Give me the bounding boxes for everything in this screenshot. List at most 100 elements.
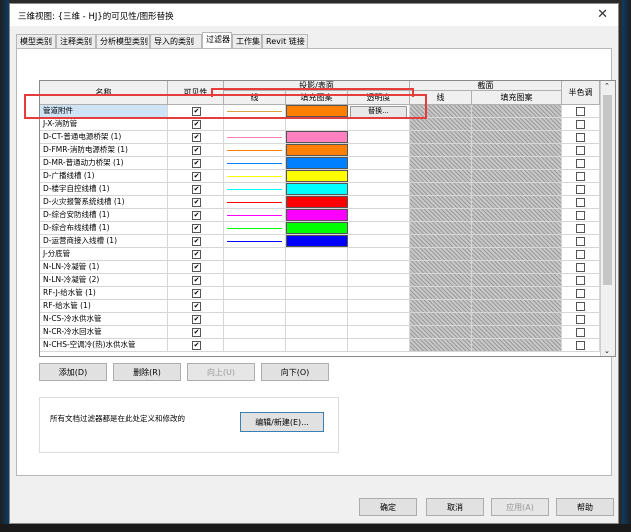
fill-override-cell[interactable]	[286, 300, 348, 312]
fill-override-cell[interactable]	[286, 313, 348, 325]
halftone-checkbox[interactable]	[576, 341, 585, 350]
halftone-cell[interactable]	[562, 261, 600, 273]
transparency-cell[interactable]	[348, 248, 410, 260]
row-name[interactable]: D-CT-普通电源桥架 (1)	[40, 131, 168, 143]
transparency-cell[interactable]	[348, 222, 410, 234]
table-row[interactable]: RF-J-给水管 (1) ✔	[40, 287, 600, 300]
row-name[interactable]: J-X-消防管	[40, 118, 168, 130]
visibility-cell[interactable]: ✔	[168, 209, 224, 221]
fill-override-cell[interactable]	[286, 209, 348, 221]
halftone-cell[interactable]	[562, 144, 600, 156]
visibility-checkbox[interactable]: ✔	[192, 198, 201, 207]
apply-button[interactable]: 应用(A)	[491, 498, 549, 516]
visibility-checkbox[interactable]: ✔	[192, 263, 201, 272]
visibility-checkbox[interactable]: ✔	[192, 276, 201, 285]
halftone-checkbox[interactable]	[576, 276, 585, 285]
fill-override-cell[interactable]	[286, 170, 348, 182]
row-name[interactable]: RF-J-给水管 (1)	[40, 287, 168, 299]
halftone-checkbox[interactable]	[576, 120, 585, 129]
visibility-checkbox[interactable]: ✔	[192, 146, 201, 155]
fill-override-cell[interactable]	[286, 339, 348, 351]
transparency-cell[interactable]	[348, 209, 410, 221]
vertical-scrollbar[interactable]: ⌃ ⌄	[600, 81, 615, 356]
halftone-checkbox[interactable]	[576, 107, 585, 116]
visibility-cell[interactable]: ✔	[168, 118, 224, 130]
table-row[interactable]: N-CS-冷水供水管 ✔	[40, 313, 600, 326]
halftone-cell[interactable]	[562, 248, 600, 260]
row-name[interactable]: N-CS-冷水供水管	[40, 313, 168, 325]
row-name[interactable]: D-MR-普通动力桥架 (1)	[40, 157, 168, 169]
halftone-checkbox[interactable]	[576, 224, 585, 233]
halftone-checkbox[interactable]	[576, 198, 585, 207]
halftone-cell[interactable]	[562, 326, 600, 338]
table-row[interactable]: D-综合布线线槽 (1) ✔	[40, 222, 600, 235]
visibility-cell[interactable]: ✔	[168, 287, 224, 299]
transparency-cell[interactable]	[348, 170, 410, 182]
table-row[interactable]: RF-给水管 (1) ✔	[40, 300, 600, 313]
halftone-checkbox[interactable]	[576, 237, 585, 246]
halftone-cell[interactable]	[562, 183, 600, 195]
close-icon[interactable]: ✕	[597, 7, 608, 22]
table-row[interactable]: D-运营商接入线槽 (1) ✔	[40, 235, 600, 248]
line-override-cell[interactable]	[224, 274, 286, 286]
fill-override-cell[interactable]	[286, 235, 348, 247]
visibility-checkbox[interactable]: ✔	[192, 120, 201, 129]
transparency-cell[interactable]	[348, 183, 410, 195]
fill-override-cell[interactable]	[286, 183, 348, 195]
line-override-cell[interactable]	[224, 118, 286, 130]
transparency-cell[interactable]	[348, 144, 410, 156]
row-name[interactable]: RF-给水管 (1)	[40, 300, 168, 312]
visibility-checkbox[interactable]: ✔	[192, 159, 201, 168]
transparency-cell[interactable]	[348, 300, 410, 312]
table-row[interactable]: D-广播线槽 (1) ✔	[40, 170, 600, 183]
halftone-cell[interactable]	[562, 170, 600, 182]
table-row[interactable]: D-综合安防线槽 (1) ✔	[40, 209, 600, 222]
scroll-thumb[interactable]	[603, 95, 612, 285]
halftone-cell[interactable]	[562, 235, 600, 247]
table-row[interactable]: D-FMR-消防电源桥架 (1) ✔	[40, 144, 600, 157]
transparency-cell[interactable]	[348, 235, 410, 247]
line-override-cell[interactable]	[224, 261, 286, 273]
visibility-cell[interactable]: ✔	[168, 131, 224, 143]
halftone-checkbox[interactable]	[576, 185, 585, 194]
visibility-cell[interactable]: ✔	[168, 261, 224, 273]
move-down-button[interactable]: 向下(O)	[261, 363, 329, 381]
halftone-checkbox[interactable]	[576, 289, 585, 298]
row-name[interactable]: N-CR-冷水回水管	[40, 326, 168, 338]
fill-override-cell[interactable]	[286, 222, 348, 234]
halftone-cell[interactable]	[562, 222, 600, 234]
tab-3[interactable]: 导入的类别	[150, 34, 202, 48]
scroll-down-icon[interactable]: ⌄	[604, 347, 610, 355]
tab-4[interactable]: 过滤器	[202, 32, 232, 48]
halftone-cell[interactable]	[562, 118, 600, 130]
halftone-cell[interactable]	[562, 339, 600, 351]
transparency-cell[interactable]	[348, 261, 410, 273]
table-row[interactable]: D-火灾报警系统线槽 (1) ✔	[40, 196, 600, 209]
row-name[interactable]: J-分底管	[40, 248, 168, 260]
fill-override-cell[interactable]	[286, 118, 348, 130]
halftone-cell[interactable]	[562, 209, 600, 221]
line-override-cell[interactable]	[224, 300, 286, 312]
halftone-checkbox[interactable]	[576, 263, 585, 272]
line-override-cell[interactable]	[224, 235, 286, 247]
row-name[interactable]: D-楼宇自控线槽 (1)	[40, 183, 168, 195]
row-name[interactable]: D-运营商接入线槽 (1)	[40, 235, 168, 247]
tab-6[interactable]: Revit 链接	[262, 34, 308, 48]
halftone-checkbox[interactable]	[576, 211, 585, 220]
halftone-checkbox[interactable]	[576, 172, 585, 181]
help-button[interactable]: 帮助	[556, 498, 614, 516]
table-row[interactable]: D-MR-普通动力桥架 (1) ✔	[40, 157, 600, 170]
halftone-checkbox[interactable]	[576, 146, 585, 155]
fill-override-cell[interactable]	[286, 131, 348, 143]
row-name[interactable]: N-LN-冷凝管 (2)	[40, 274, 168, 286]
halftone-cell[interactable]	[562, 274, 600, 286]
tab-1[interactable]: 注释类别	[56, 34, 96, 48]
transparency-cell[interactable]	[348, 326, 410, 338]
halftone-checkbox[interactable]	[576, 250, 585, 259]
visibility-cell[interactable]: ✔	[168, 300, 224, 312]
fill-override-cell[interactable]	[286, 274, 348, 286]
halftone-cell[interactable]	[562, 300, 600, 312]
edit-new-button[interactable]: 编辑/新建(E)...	[240, 412, 324, 432]
table-row[interactable]: J-分底管 ✔	[40, 248, 600, 261]
transparency-cell[interactable]	[348, 131, 410, 143]
